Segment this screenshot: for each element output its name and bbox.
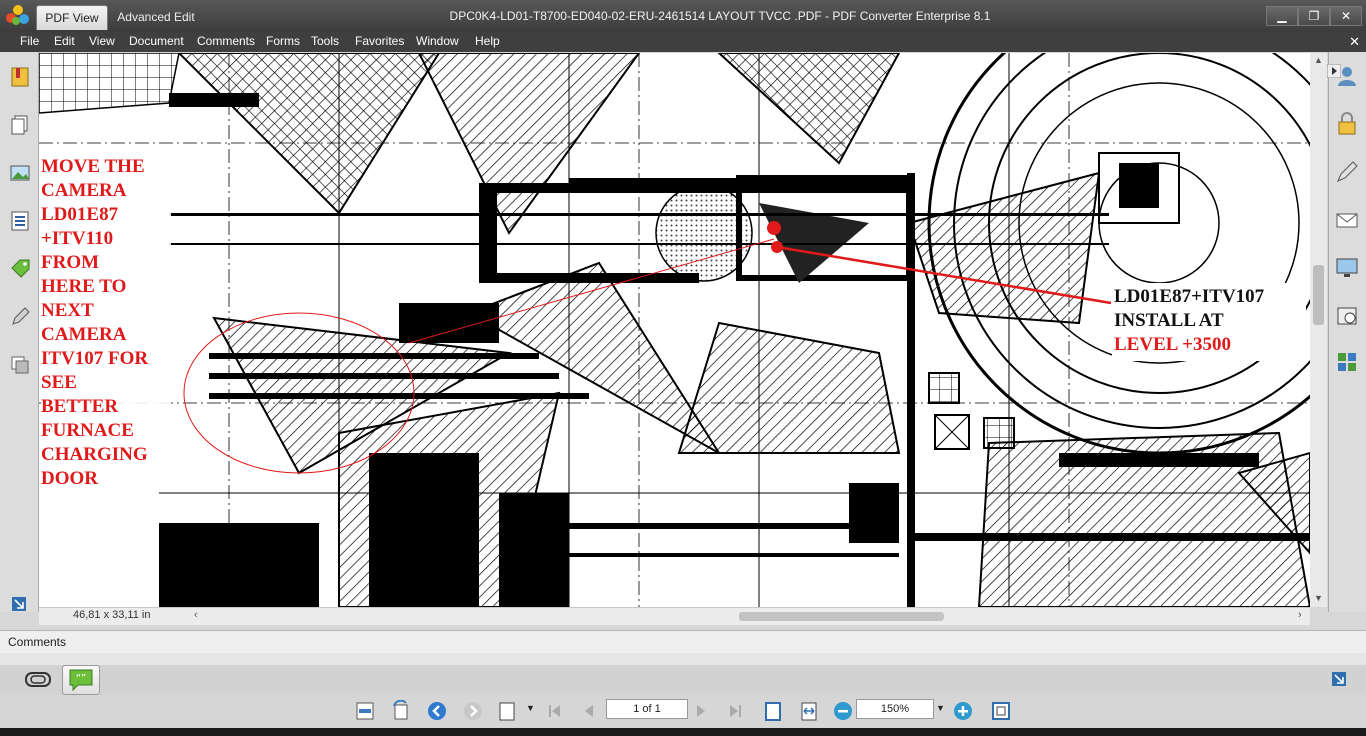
document-viewport[interactable]: MOVE THE CAMERA LD01E87 +ITV110 FROM HER… [39,53,1310,607]
comments-title: Comments [8,635,67,649]
scan-icon[interactable] [1335,304,1359,328]
page-size-label: 46,81 x 33,11 in [73,609,151,621]
close-button[interactable]: ✕ [1330,6,1362,26]
image-icon[interactable] [9,162,31,184]
left-tool-panel [0,52,39,612]
navigation-toolbar: ▼ 1 of 1 150% ▼ [0,695,1366,728]
restore-button[interactable]: ❐ [1298,6,1330,26]
annotation-level-text: LEVEL +3500 [1114,334,1231,355]
annotation-line: LD01E87 [41,204,119,225]
pages-icon[interactable] [9,114,31,136]
next-page-icon[interactable] [690,700,712,722]
right-tool-panel [1327,52,1366,612]
menu-tools[interactable]: Tools [311,34,339,48]
pen-icon[interactable] [1335,160,1359,184]
taskbar-strip [0,728,1366,736]
annotation-line: DOOR [41,468,98,489]
attachments-button[interactable] [20,665,56,693]
window-title: DPC0K4-LD01-T8700-ED040-02-ERU-2461514 L… [449,9,991,23]
lock-icon[interactable] [1335,112,1359,136]
mail-icon[interactable] [1335,208,1359,232]
rotate-icon[interactable] [390,700,412,722]
annotation-line: NEXT [41,300,94,321]
annotation-camera-id: LD01E87+ITV107 [1114,286,1265,307]
horizontal-scrollbar[interactable]: 46,81 x 33,11 in ‹ › [39,607,1310,625]
comments-toggle-button[interactable]: “” [62,665,100,695]
comments-panel-body [0,653,1366,665]
scroll-right-icon[interactable]: › [1298,609,1302,621]
annotation-line: CAMERA [41,324,127,345]
vertical-scroll-thumb[interactable] [1313,265,1324,325]
list-icon[interactable] [9,210,31,232]
zoom-out-icon[interactable] [832,700,854,722]
annotation-line: HERE TO [41,276,127,297]
back-icon[interactable] [426,700,448,722]
zoom-in-icon[interactable] [952,700,974,722]
page-number-input[interactable]: 1 of 1 [606,699,688,719]
minimize-button[interactable]: ▁ [1266,6,1298,26]
horizontal-scroll-thumb[interactable] [739,612,944,621]
menu-edit[interactable]: Edit [54,34,75,48]
comments-panel-header: Comments [0,630,1366,654]
restore-icon: ❐ [1308,9,1320,23]
annotation-line: FURNACE [41,420,134,441]
page-view-dropdown-icon[interactable]: ▼ [526,703,535,713]
bookmarks-icon[interactable] [9,66,31,88]
last-page-icon[interactable] [724,700,746,722]
annotation-line: FROM [41,252,100,273]
svg-text:“”: “” [76,673,86,684]
scroll-down-icon[interactable]: ▼ [1314,593,1323,603]
annotation-line: CAMERA [41,180,127,201]
annotation-line: ITV107 FOR [41,348,149,369]
previous-page-icon[interactable] [578,700,600,722]
annotation-install-camera[interactable]: LD01E87+ITV107 INSTALL AT LEVEL +3500 [1112,283,1306,361]
expand-panel-icon[interactable] [12,597,26,611]
annotation-line: MOVE THE [41,156,145,177]
panel-dock: “” [0,665,1366,695]
minimize-icon: ▁ [1277,9,1287,23]
menu-comments[interactable]: Comments [197,34,255,48]
tab-advanced-edit[interactable]: Advanced Edit [110,5,202,29]
annotation-line: BETTER [41,396,119,417]
menu-view[interactable]: View [89,34,115,48]
annotation-line: SEE [41,372,77,393]
horizontal-scroll-track[interactable] [189,612,1299,621]
fit-page-icon[interactable] [762,700,784,722]
page-view-icon[interactable] [496,700,518,722]
zoom-dropdown-icon[interactable]: ▼ [936,703,945,713]
edit-tool-icon[interactable] [9,306,31,328]
zoom-level-input[interactable]: 150% [856,699,934,719]
grid-icon[interactable] [1335,350,1359,374]
layers-icon[interactable] [9,354,31,376]
expand-comments-icon[interactable] [1332,672,1346,686]
speech-bubble-icon: “” [69,669,93,692]
full-screen-icon[interactable] [990,700,1012,722]
monitor-icon[interactable] [1335,256,1359,280]
menu-forms[interactable]: Forms [266,34,300,48]
vertical-scrollbar[interactable]: ▲ ▼ [1310,53,1327,607]
forward-icon[interactable] [462,700,484,722]
fit-width-icon[interactable] [354,700,376,722]
annotation-install-text: INSTALL AT [1114,310,1224,331]
menu-file[interactable]: File [20,34,39,48]
menu-bar: File Edit View Document Comments Forms T… [0,32,1366,52]
annotation-move-camera[interactable]: MOVE THE CAMERA LD01E87 +ITV110 FROM HER… [41,155,171,491]
annotation-line: CHARGING [41,444,148,465]
menu-document[interactable]: Document [129,34,184,48]
app-logo-icon [6,5,30,27]
document-close-icon[interactable]: ✕ [1349,34,1360,50]
scroll-up-icon[interactable]: ▲ [1314,55,1323,65]
menu-window[interactable]: Window [416,34,459,48]
actual-size-icon[interactable] [798,700,820,722]
annotation-line: +ITV110 [41,228,114,249]
tag-icon[interactable] [9,258,31,280]
tab-pdf-view[interactable]: PDF View [36,5,108,30]
menu-favorites[interactable]: Favorites [355,34,404,48]
menu-help[interactable]: Help [475,34,500,48]
paperclip-icon [25,672,51,687]
close-icon: ✕ [1340,9,1352,23]
user-icon[interactable] [1335,64,1359,88]
title-bar: PDF View Advanced Edit DPC0K4-LD01-T8700… [0,0,1366,32]
first-page-icon[interactable] [544,700,566,722]
